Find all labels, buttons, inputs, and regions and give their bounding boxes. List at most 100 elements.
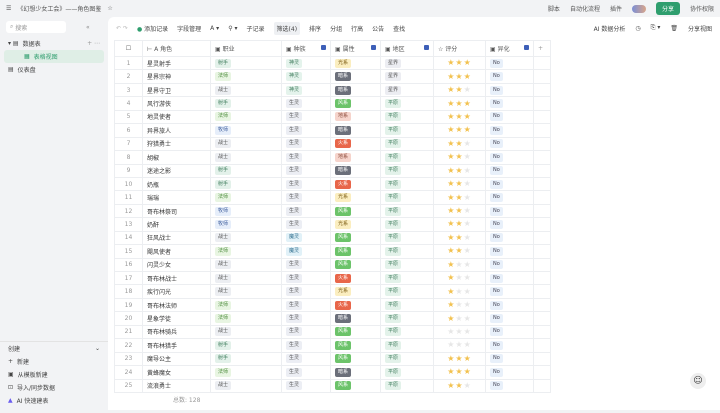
cell-tag[interactable]: 魔灵 (281, 230, 331, 246)
row-number[interactable]: 11 (114, 190, 143, 205)
cell-name[interactable]: 风行游侠 (142, 96, 211, 111)
cell-tag[interactable]: No (485, 378, 534, 393)
cell-tag[interactable]: No (485, 190, 534, 205)
cell-tag[interactable]: 生灵 (281, 311, 331, 326)
cell-tag[interactable]: No (485, 284, 534, 299)
cell-name[interactable]: 哥布林猎手 (142, 338, 211, 353)
cell-name[interactable]: 奶酐 (142, 217, 211, 232)
cell-tag[interactable]: 生灵 (281, 123, 331, 138)
cell-name[interactable]: 狂风战士 (142, 230, 211, 246)
table-row[interactable]: 10 奶瓶 射手 生灵 火系 平原 ★★★ No (114, 176, 551, 192)
cell-tag[interactable]: 火系 (330, 270, 381, 286)
cell-name[interactable]: 哥布林骑兵 (142, 324, 211, 340)
table-row[interactable]: 12 哥布林祭司 牧师 生灵 风系 平原 ★★★ No (114, 203, 551, 219)
cell-rating[interactable]: ★★★ (433, 69, 486, 84)
cell-tag[interactable]: 射手 (210, 96, 282, 111)
cell-tag[interactable]: 平原 (380, 190, 434, 205)
cell-tag[interactable]: 地系 (330, 109, 381, 125)
subrecord-button[interactable]: 子记录 (247, 24, 265, 33)
cell-tag[interactable]: 平原 (380, 136, 434, 152)
cell-tag[interactable]: 风系 (330, 203, 381, 219)
cell-name[interactable]: 地灵使者 (142, 109, 211, 125)
paint-icon[interactable]: ⚲ ▾ (228, 25, 237, 32)
row-number[interactable]: 21 (114, 324, 143, 340)
table-row[interactable]: 4 风行游侠 射手 生灵 风系 平原 ★★★ No (114, 96, 551, 111)
cell-tag[interactable]: 神灵 (281, 82, 331, 98)
undo-icon[interactable]: ↶ ↷ (116, 25, 128, 32)
cell-tag[interactable]: 战士 (210, 136, 282, 152)
cell-tag[interactable]: 战士 (210, 270, 282, 286)
table-row[interactable]: 8 胡椒 战士 生灵 地系 平原 ★★★ No (114, 150, 551, 165)
cell-tag[interactable]: No (485, 217, 534, 232)
column-header[interactable]: ▣ 属性 (330, 40, 381, 57)
cell-tag[interactable]: No (485, 351, 534, 367)
cell-tag[interactable]: 法师 (210, 297, 282, 313)
cell-tag[interactable]: 平原 (380, 176, 434, 192)
cell-tag[interactable]: No (485, 163, 534, 178)
cell-tag[interactable]: 生灵 (281, 351, 331, 367)
plugin-menu[interactable]: 插件 (610, 4, 622, 13)
cell-rating[interactable]: ★★★ (433, 284, 486, 299)
cell-tag[interactable]: 光系 (330, 217, 381, 232)
cell-tag[interactable]: 生灵 (281, 284, 331, 299)
help-assistant-icon[interactable]: ☺ (690, 373, 706, 389)
cell-tag[interactable]: 平原 (380, 270, 434, 286)
cell-rating[interactable]: ★★★ (433, 109, 486, 125)
cell-tag[interactable]: 生灵 (281, 109, 331, 125)
column-header[interactable]: ▣ 地区 (380, 40, 434, 57)
cell-tag[interactable]: 射手 (210, 55, 282, 71)
cell-tag[interactable]: 光系 (330, 55, 381, 71)
table-row[interactable]: 2 星界宗神 法师 神灵 暗系 星界 ★★★ No (114, 69, 551, 84)
row-number[interactable]: 25 (114, 378, 143, 393)
menu-icon[interactable]: ☰ (6, 5, 11, 12)
automation-button[interactable]: 自动化流程 (570, 4, 600, 13)
create-from-template[interactable]: ▣ 从模板新建 (0, 368, 108, 381)
ai-analysis-button[interactable]: AI 数据分析 (594, 24, 626, 33)
cell-name[interactable]: 哥布林祭司 (142, 203, 211, 219)
star-icon[interactable]: ☆ (107, 5, 112, 12)
cell-tag[interactable]: 平原 (380, 123, 434, 138)
row-number[interactable]: 22 (114, 338, 143, 353)
cell-name[interactable]: 狩猎勇士 (142, 136, 211, 152)
group-button[interactable]: 分组 (330, 24, 342, 33)
column-header[interactable]: ▣ 种族 (281, 40, 331, 57)
cell-tag[interactable]: 平原 (380, 351, 434, 367)
cell-rating[interactable]: ★★★ (433, 297, 486, 313)
cell-tag[interactable]: 光系 (330, 284, 381, 299)
cell-tag[interactable]: No (485, 176, 534, 192)
cell-tag[interactable]: 生灵 (281, 190, 331, 205)
cell-tag[interactable]: 风系 (330, 230, 381, 246)
cell-tag[interactable]: No (485, 244, 534, 259)
cell-tag[interactable]: 平原 (380, 311, 434, 326)
search-input[interactable]: ⌕ 搜索 (6, 21, 66, 33)
table-row[interactable]: 20 星象学徒 法师 生灵 暗系 平原 ★★★ No (114, 311, 551, 326)
cell-tag[interactable]: 平原 (380, 284, 434, 299)
row-number[interactable]: 24 (114, 365, 143, 380)
cell-tag[interactable]: 生灵 (281, 176, 331, 192)
cell-tag[interactable]: No (485, 203, 534, 219)
cell-tag[interactable]: 平原 (380, 109, 434, 125)
cell-tag[interactable]: 暗系 (330, 365, 381, 380)
row-number[interactable]: 15 (114, 244, 143, 259)
field-manage-button[interactable]: 字段管理 (177, 24, 201, 33)
cell-rating[interactable]: ★★★ (433, 82, 486, 98)
cell-tag[interactable]: No (485, 109, 534, 125)
cell-tag[interactable]: 火系 (330, 297, 381, 313)
cell-rating[interactable]: ★★★ (433, 96, 486, 111)
cell-tag[interactable]: 射手 (210, 163, 282, 178)
cell-rating[interactable]: ★★★ (433, 338, 486, 353)
cell-tag[interactable]: No (485, 324, 534, 340)
cell-tag[interactable]: 射手 (210, 338, 282, 353)
import-data[interactable]: ⊡ 导入/同步数据 (0, 381, 108, 394)
cell-tag[interactable]: 生灵 (281, 136, 331, 152)
cell-rating[interactable]: ★★★ (433, 136, 486, 152)
cell-rating[interactable]: ★★★ (433, 203, 486, 219)
cell-tag[interactable]: No (485, 123, 534, 138)
column-header[interactable]: ▣ 异化 (485, 40, 534, 57)
cell-tag[interactable]: 生灵 (281, 150, 331, 165)
cell-tag[interactable]: 平原 (380, 96, 434, 111)
cell-tag[interactable]: 星界 (380, 55, 434, 71)
row-number[interactable]: 8 (114, 150, 143, 165)
table-row[interactable]: 3 星界守卫 战士 神灵 暗系 星界 ★★★ No (114, 82, 551, 98)
cell-tag[interactable]: No (485, 136, 534, 152)
